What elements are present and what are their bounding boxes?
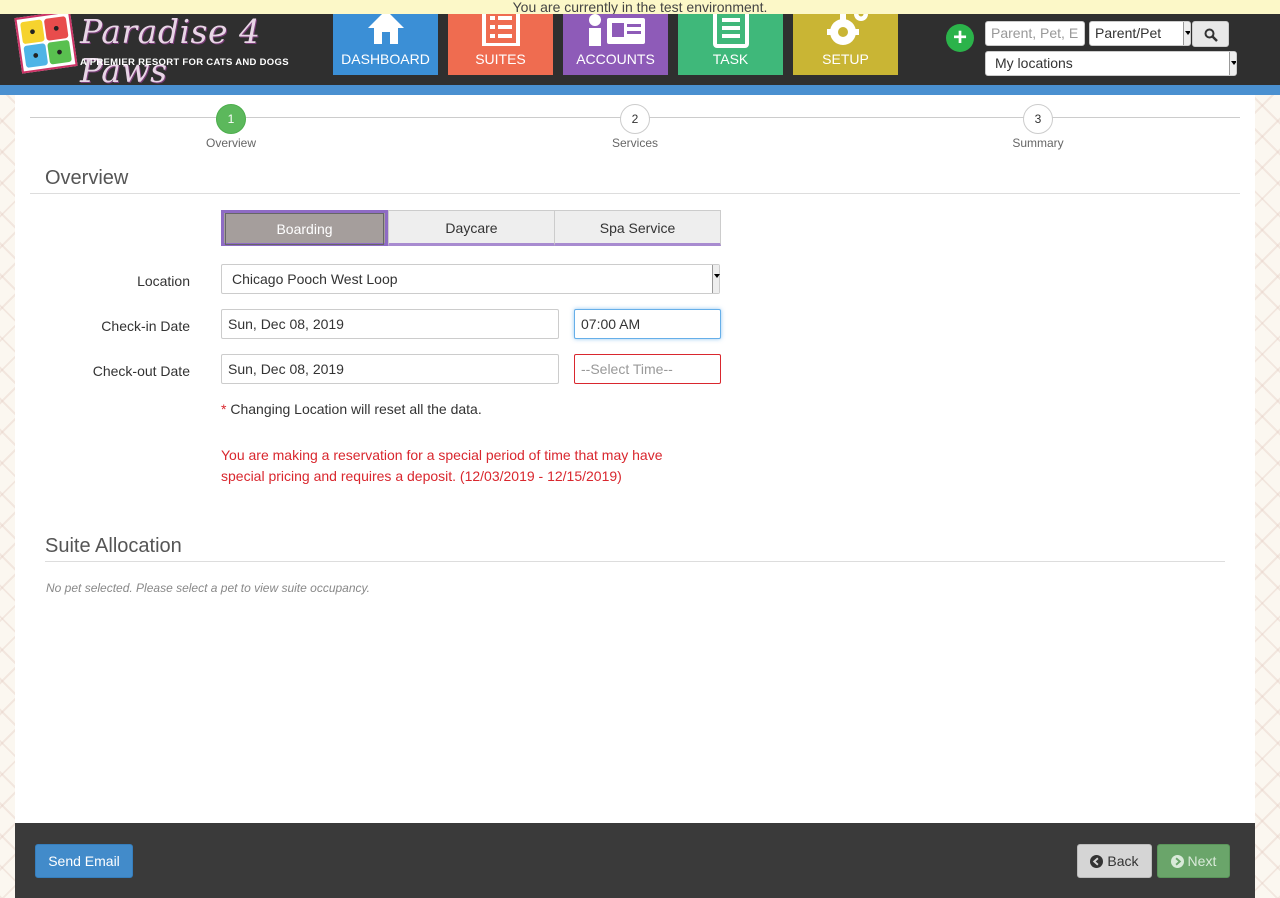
search-icon	[1204, 28, 1218, 43]
arrow-right-circle-icon	[1170, 855, 1184, 868]
paw-grid-icon	[14, 10, 78, 74]
service-type-daycare[interactable]: Daycare	[388, 210, 555, 246]
step-number: 2	[620, 104, 650, 134]
step-overview[interactable]: 1 Overview	[181, 104, 281, 150]
location-select[interactable]: Chicago Pooch West Loop	[221, 264, 720, 294]
location-reset-text: Changing Location will reset all the dat…	[230, 401, 482, 417]
nav-dashboard-label: DASHBOARD	[341, 51, 430, 67]
chevron-down-icon	[712, 265, 720, 293]
reservation-wizard: 1 Overview 2 Services 3 Summary Overview…	[15, 95, 1255, 825]
locations-value: My locations	[995, 55, 1073, 71]
service-type-spa[interactable]: Spa Service	[554, 210, 721, 246]
next-label: Next	[1187, 853, 1217, 869]
wizard-footer: Send Email Back Next	[15, 823, 1255, 898]
checkout-time-select[interactable]: --Select Time--	[574, 354, 721, 384]
overview-heading: Overview	[45, 167, 129, 189]
search-button[interactable]	[1192, 21, 1229, 47]
back-label: Back	[1107, 853, 1139, 869]
arrow-left-circle-icon	[1090, 855, 1104, 868]
service-type-label: Boarding	[225, 213, 384, 245]
suite-allocation-hint: No pet selected. Please select a pet to …	[46, 581, 370, 595]
nav-accounts-label: ACCOUNTS	[576, 51, 655, 67]
step-label: Summary	[1012, 136, 1064, 150]
step-label: Overview	[205, 136, 256, 150]
checkout-date-input[interactable]: Sun, Dec 08, 2019	[221, 354, 559, 384]
location-label: Location	[137, 273, 190, 289]
search-type-select[interactable]: Parent/Pet	[1089, 21, 1191, 46]
nav-suites-label: SUITES	[475, 51, 526, 67]
logo-subtitle: A PREMIER RESORT FOR CATS AND DOGS	[80, 57, 289, 68]
global-search-input[interactable]: Parent, Pet, E	[985, 21, 1085, 46]
checkout-label: Check-out Date	[92, 363, 190, 379]
step-number: 3	[1023, 104, 1053, 134]
checkin-date-input[interactable]: Sun, Dec 08, 2019	[221, 309, 559, 339]
overview-divider	[30, 193, 1240, 194]
nav-task-label: TASK	[712, 51, 749, 67]
location-reset-note: * Changing Location will reset all the d…	[221, 401, 482, 417]
special-period-warning: You are making a reservation for a speci…	[221, 447, 663, 484]
service-type-boarding[interactable]: Boarding	[221, 210, 388, 246]
step-number: 1	[216, 104, 246, 134]
locations-select[interactable]: My locations	[985, 51, 1237, 76]
required-asterisk: *	[221, 401, 227, 417]
back-button[interactable]: Back	[1077, 844, 1152, 878]
step-services[interactable]: 2 Services	[585, 104, 685, 150]
chevron-down-icon	[1229, 52, 1236, 75]
checkin-time-input[interactable]: 07:00 AM	[574, 309, 721, 339]
test-environment-banner: You are currently in the test environmen…	[0, 0, 1280, 14]
next-button[interactable]: Next	[1157, 844, 1230, 878]
step-label: Services	[611, 136, 658, 150]
paradise-4-paws-logo[interactable]: Paradise 4 Paws A PREMIER RESORT FOR CAT…	[14, 10, 298, 90]
nav-setup-label: SETUP	[822, 51, 869, 67]
chevron-down-icon	[1183, 22, 1190, 45]
location-value: Chicago Pooch West Loop	[232, 271, 398, 287]
step-summary[interactable]: 3 Summary	[988, 104, 1088, 150]
add-new-plus-icon[interactable]: +	[946, 24, 974, 52]
send-email-button[interactable]: Send Email	[35, 844, 133, 878]
suite-allocation-divider	[45, 561, 1225, 562]
suite-allocation-heading: Suite Allocation	[45, 535, 182, 557]
checkin-label: Check-in Date	[101, 318, 190, 334]
search-type-value: Parent/Pet	[1095, 25, 1162, 41]
header-divider	[0, 85, 1280, 95]
logo-title: Paradise 4 Paws	[80, 12, 261, 90]
